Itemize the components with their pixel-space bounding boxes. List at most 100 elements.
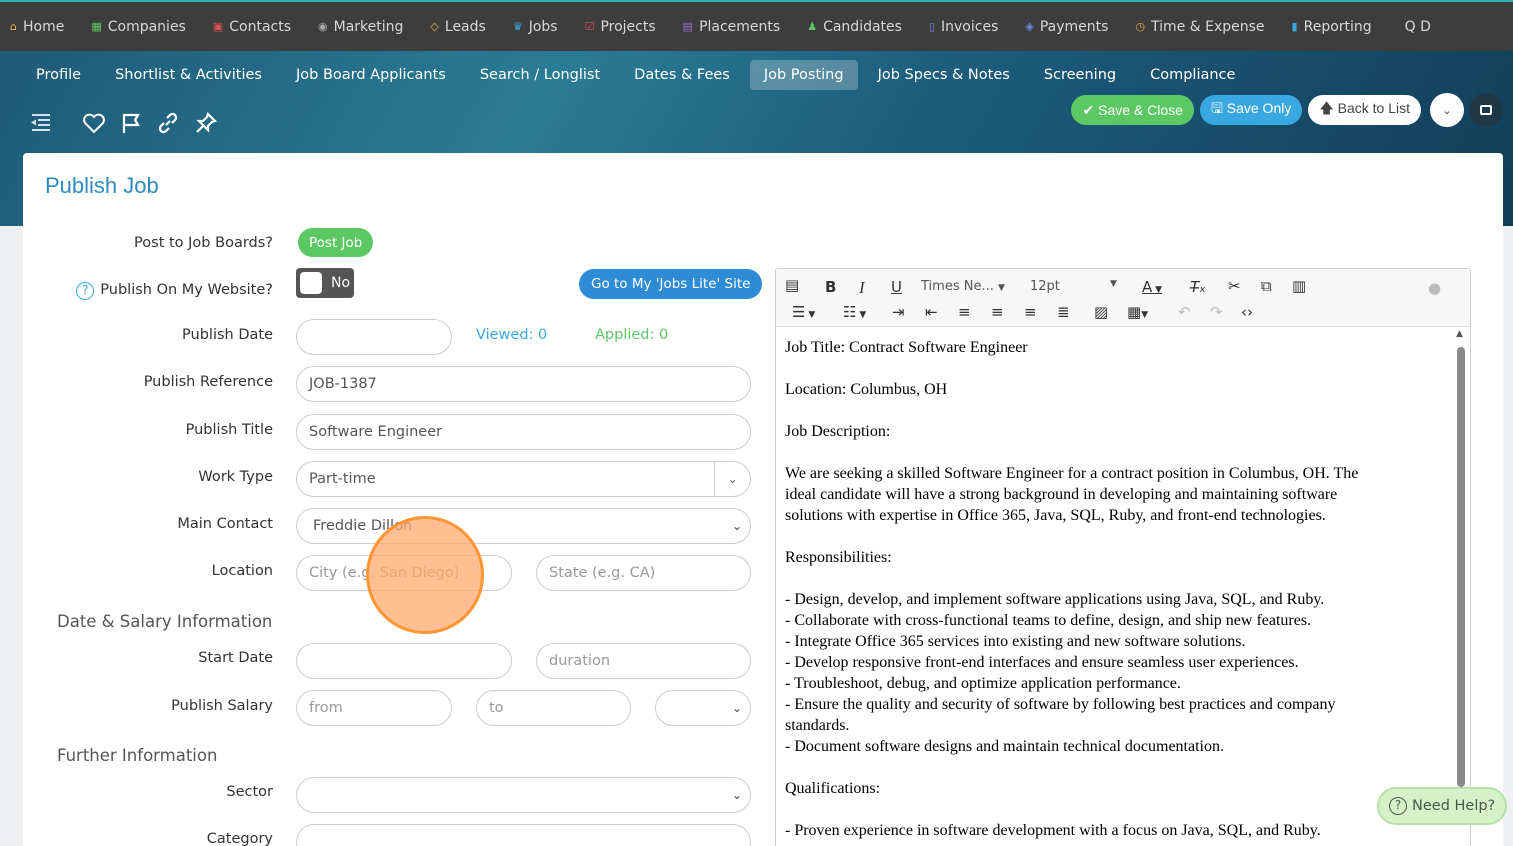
- copy-icon[interactable]: ⧉: [1261, 277, 1272, 295]
- table-icon[interactable]: ▦▼: [1127, 303, 1148, 321]
- jobs-lite-site-button[interactable]: Go to My 'Jobs Lite' Site: [579, 269, 763, 299]
- publish-date-input[interactable]: [296, 319, 452, 355]
- post-to-job-boards-label: Post to Job Boards?: [134, 235, 273, 251]
- nav-q-d[interactable]: Q D: [1399, 19, 1431, 35]
- align-center-icon[interactable]: ≡: [991, 303, 1004, 321]
- align-right-icon[interactable]: ≡: [1024, 303, 1037, 321]
- flag-icon[interactable]: [120, 112, 142, 134]
- nav-marketing[interactable]: ◉ Marketing: [318, 19, 403, 35]
- image-icon[interactable]: ▨: [1094, 303, 1108, 321]
- salary-period-select[interactable]: ⌄: [655, 690, 751, 726]
- back-to-list-button[interactable]: 🡅 Back to List: [1308, 95, 1421, 125]
- tab-job-board-applicants[interactable]: Job Board Applicants: [282, 60, 460, 90]
- redo-icon[interactable]: ↷: [1210, 303, 1223, 321]
- viewed-count: Viewed: 0: [476, 327, 548, 343]
- link-icon[interactable]: [156, 111, 180, 135]
- publish-salary-label: Publish Salary: [171, 698, 273, 714]
- scroll-up-icon[interactable]: ▲: [1456, 329, 1463, 339]
- scroll-thumb[interactable]: [1457, 347, 1465, 787]
- salary-from-input[interactable]: from: [296, 690, 452, 726]
- nav-leads[interactable]: ◇ Leads: [430, 19, 485, 35]
- help-icon: ?: [1389, 797, 1407, 815]
- paste-icon[interactable]: ▥: [1292, 277, 1306, 295]
- building-icon: ▦: [91, 20, 102, 33]
- nav-projects[interactable]: ☑ Projects: [585, 19, 656, 35]
- bullet-list-icon[interactable]: ☰ ▼: [792, 303, 815, 321]
- underline-button[interactable]: U: [891, 278, 902, 296]
- nav-payments[interactable]: ◈ Payments: [1025, 19, 1108, 35]
- sector-label: Sector: [226, 784, 273, 800]
- work-type-select[interactable]: Part-time ⌄: [296, 461, 751, 497]
- font-family-select[interactable]: Times Ne... ▼: [921, 279, 1005, 294]
- align-justify-icon[interactable]: ≣: [1057, 303, 1070, 321]
- undo-icon[interactable]: ↶: [1178, 303, 1191, 321]
- nav-invoices[interactable]: ▯ Invoices: [929, 19, 998, 35]
- indent-icon[interactable]: ⇥: [892, 303, 905, 321]
- city-input[interactable]: City (e.g. San Diego): [296, 555, 512, 591]
- nav-contacts[interactable]: ▣ Contacts: [213, 19, 291, 35]
- text-color-button[interactable]: A ▼: [1142, 278, 1162, 296]
- tab-job-specs-notes[interactable]: Job Specs & Notes: [864, 60, 1024, 90]
- collapse-menu-icon[interactable]: [28, 111, 54, 135]
- help-icon[interactable]: ?: [76, 282, 95, 300]
- post-job-button[interactable]: Post Job: [298, 228, 374, 257]
- tab-profile[interactable]: Profile: [22, 60, 95, 90]
- state-input[interactable]: State (e.g. CA): [536, 555, 751, 591]
- nav-placements[interactable]: ▤ Placements: [683, 19, 781, 35]
- tab-screening[interactable]: Screening: [1030, 60, 1130, 90]
- outdent-icon[interactable]: ⇤: [925, 303, 938, 321]
- nav-candidates[interactable]: ♟ Candidates: [807, 19, 902, 35]
- broadcast-icon: ◉: [318, 20, 328, 33]
- need-help-button[interactable]: ? Need Help?: [1377, 787, 1508, 825]
- chevron-down-icon[interactable]: ⌄: [714, 462, 750, 496]
- italic-button[interactable]: I: [859, 278, 865, 298]
- checkbox-icon: ☑: [584, 20, 595, 33]
- clear-format-icon[interactable]: T̶ₓ: [1190, 278, 1206, 296]
- work-type-value: Part-time: [309, 471, 376, 487]
- nav-time-expense[interactable]: ◷ Time & Expense: [1135, 19, 1264, 35]
- microphone-icon[interactable]: ●: [1428, 279, 1441, 297]
- section-date-salary: Date & Salary Information: [57, 612, 273, 631]
- start-date-input[interactable]: [296, 643, 512, 679]
- tab-dates-fees[interactable]: Dates & Fees: [620, 60, 744, 90]
- salary-to-input[interactable]: to: [476, 690, 631, 726]
- editor-scrollbar[interactable]: ▲: [1456, 329, 1466, 846]
- category-select[interactable]: [296, 824, 751, 846]
- duration-input[interactable]: duration: [536, 643, 751, 679]
- toolbar-icons: [28, 111, 232, 135]
- tab-search-longlist[interactable]: Search / Longlist: [466, 60, 614, 90]
- publish-date-label: Publish Date: [182, 327, 273, 343]
- cut-icon[interactable]: ✂: [1228, 277, 1241, 295]
- briefcase-icon: ▤: [682, 20, 694, 33]
- heart-icon[interactable]: [82, 112, 106, 134]
- nav-companies[interactable]: ▦ Companies: [91, 19, 186, 35]
- align-left-icon[interactable]: ≡: [958, 303, 971, 321]
- sector-select[interactable]: ⌄: [296, 777, 751, 813]
- editor-content[interactable]: Job Title: Contract Software Engineer Loc…: [785, 337, 1445, 846]
- panel-toggle-button[interactable]: [1469, 93, 1503, 127]
- tab-compliance[interactable]: Compliance: [1136, 60, 1249, 90]
- tab-job-posting[interactable]: Job Posting: [749, 60, 858, 90]
- nav-jobs[interactable]: ♛ Jobs: [513, 19, 558, 35]
- publish-reference-input[interactable]: JOB-1387: [296, 366, 751, 402]
- nav-home[interactable]: ⌂ Home: [10, 19, 64, 35]
- save-only-button[interactable]: 🖫 Save Only: [1199, 95, 1303, 125]
- publish-website-toggle[interactable]: No: [296, 268, 354, 298]
- bold-button[interactable]: B: [825, 278, 836, 296]
- tab-shortlist-activities[interactable]: Shortlist & Activities: [101, 60, 276, 90]
- main-contact-value: Freddie Dillon: [313, 518, 413, 534]
- nav-reporting[interactable]: ▮ Reporting: [1292, 19, 1372, 35]
- document-icon: ▯: [928, 20, 936, 33]
- save-close-button[interactable]: ✔ Save & Close: [1071, 95, 1194, 125]
- numbered-list-icon[interactable]: ☷ ▼: [843, 303, 866, 321]
- more-actions-button[interactable]: ⌄: [1430, 93, 1464, 127]
- contact-card-icon: ▣: [212, 20, 224, 33]
- sidebar-panel-icon: [1480, 105, 1492, 115]
- document-icon[interactable]: ▤: [785, 276, 799, 294]
- pin-icon[interactable]: [194, 111, 218, 135]
- font-size-select[interactable]: 12pt ▼: [1030, 279, 1120, 294]
- editor-paragraph: Location: Columbus, OH: [785, 381, 948, 398]
- source-code-icon[interactable]: ‹›: [1241, 303, 1253, 321]
- publish-title-input[interactable]: Software Engineer: [296, 414, 751, 450]
- main-contact-select[interactable]: Freddie Dillon ⌄: [296, 508, 751, 544]
